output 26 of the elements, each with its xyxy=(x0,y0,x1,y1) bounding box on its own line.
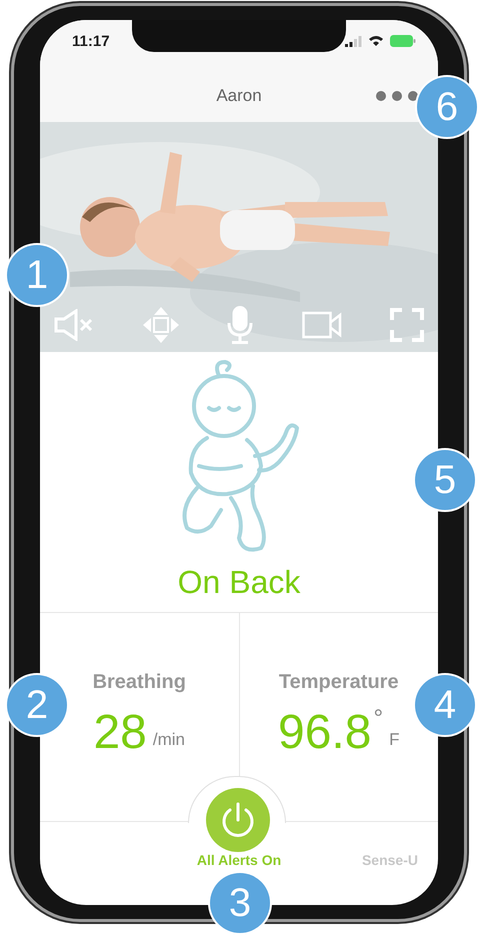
stat-label: Breathing xyxy=(92,671,186,694)
position-status: On Back xyxy=(176,564,302,602)
stat-label: Temperature xyxy=(278,671,399,694)
callout-number: 6 xyxy=(417,77,477,137)
stat-unit: F xyxy=(389,730,400,750)
video-camera-icon[interactable] xyxy=(302,311,342,339)
mute-icon[interactable] xyxy=(54,309,94,341)
more-menu-icon[interactable] xyxy=(376,91,418,101)
stat-value: 96.8 xyxy=(278,708,372,758)
alerts-status: All Alerts On xyxy=(196,852,282,868)
status-time: 11:17 xyxy=(72,32,110,50)
degree-sign: ° xyxy=(373,708,384,730)
battery-icon xyxy=(390,35,416,47)
callout-number: 5 xyxy=(415,450,475,510)
move-arrows-icon[interactable] xyxy=(142,307,178,343)
signal-icon xyxy=(345,36,362,46)
stat-unit: /min xyxy=(152,730,185,750)
callout-number: 4 xyxy=(415,675,475,735)
stat-value: 28 xyxy=(93,708,147,758)
header-title: Aaron xyxy=(216,86,262,106)
wifi-icon xyxy=(368,35,384,47)
callout-number: 3 xyxy=(210,873,270,933)
fullscreen-icon[interactable] xyxy=(390,308,424,342)
callout-number: 1 xyxy=(7,245,67,305)
microphone-icon[interactable] xyxy=(227,306,253,344)
callout-number: 2 xyxy=(7,675,67,735)
